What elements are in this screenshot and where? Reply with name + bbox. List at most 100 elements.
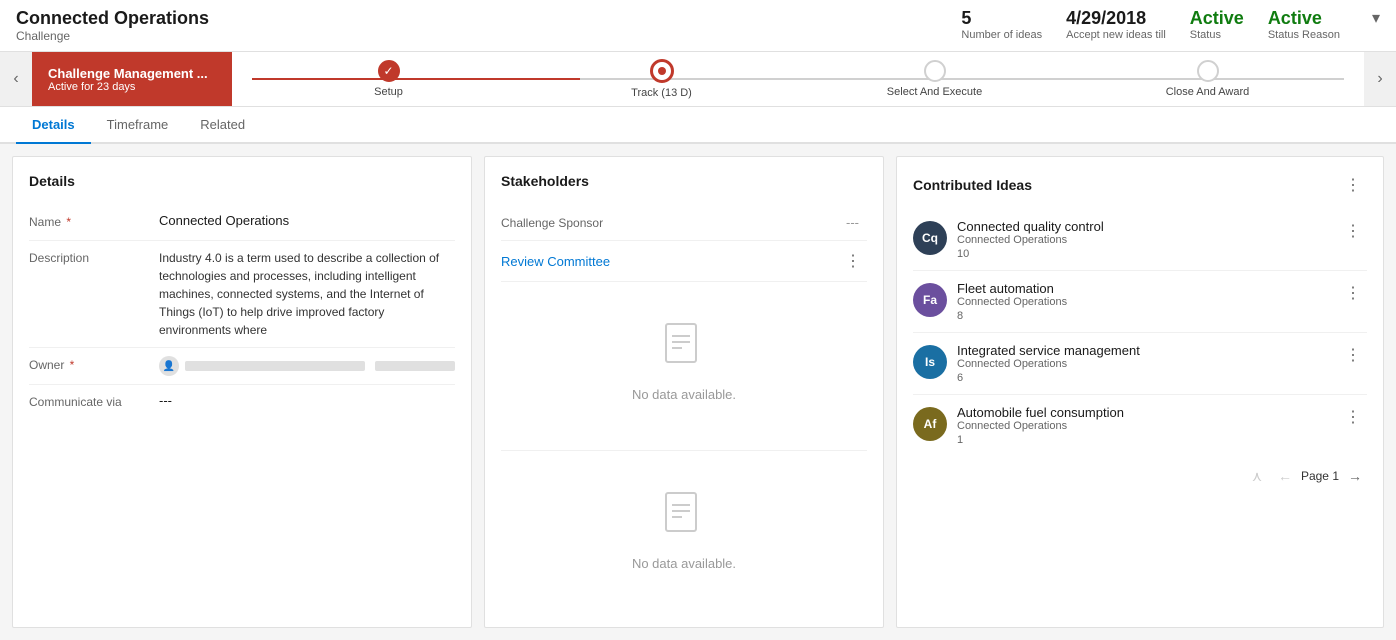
no-data-text-1: No data available. xyxy=(632,387,736,402)
tabs-bar: Details Timeframe Related xyxy=(0,107,1396,144)
owner-name-placeholder2 xyxy=(375,361,455,371)
idea-list-item: Is Integrated service management Connect… xyxy=(913,333,1367,395)
sponsor-label: Challenge Sponsor xyxy=(501,216,846,230)
num-ideas-label: Number of ideas xyxy=(961,29,1042,41)
status-meta: Active Status xyxy=(1190,8,1244,41)
idea-count: 10 xyxy=(957,248,1339,260)
stage-item-select[interactable]: Select And Execute xyxy=(798,60,1071,98)
owner-required: * xyxy=(66,358,74,372)
stage-item-track[interactable]: Track (13 D) xyxy=(525,59,798,99)
stage-circle-track xyxy=(650,59,674,83)
no-data-text-2: No data available. xyxy=(632,556,736,571)
sponsor-value: --- xyxy=(846,215,859,230)
date-label: Accept new ideas till xyxy=(1066,29,1166,41)
main-content: Details Name * Connected Operations Desc… xyxy=(0,144,1396,640)
name-value: Connected Operations xyxy=(159,213,455,228)
page-prev-button[interactable]: ← xyxy=(1273,464,1297,488)
header-title-block: Connected Operations Challenge xyxy=(16,8,961,43)
header-meta: 5 Number of ideas 4/29/2018 Accept new i… xyxy=(961,8,1380,41)
stage-label-close: Close And Award xyxy=(1166,86,1250,98)
idea-org: Connected Operations xyxy=(957,234,1339,246)
stages-track: ✓ Setup Track (13 D) Select And Execute … xyxy=(252,59,1344,99)
stage-circle-setup: ✓ xyxy=(378,60,400,82)
sponsor-no-data: No data available. xyxy=(501,451,867,611)
challenge-title: Challenge Management ... xyxy=(48,66,216,81)
header-chevron-icon[interactable]: ▾ xyxy=(1364,8,1380,28)
owner-name-placeholder xyxy=(185,361,365,371)
idea-count: 6 xyxy=(957,372,1339,384)
communicate-label: Communicate via xyxy=(29,393,159,409)
idea-name: Connected quality control xyxy=(957,219,1339,234)
details-panel: Details Name * Connected Operations Desc… xyxy=(12,156,472,628)
idea-avatar: Fa xyxy=(913,283,947,317)
idea-avatar: Cq xyxy=(913,221,947,255)
contributed-ideas-panel: Contributed Ideas ⋮ Cq Connected quality… xyxy=(896,156,1384,628)
idea-org: Connected Operations xyxy=(957,358,1339,370)
num-ideas-meta: 5 Number of ideas xyxy=(961,8,1042,41)
form-row-name: Name * Connected Operations xyxy=(29,205,455,241)
idea-more-button[interactable]: ⋮ xyxy=(1339,219,1367,243)
page-title: Connected Operations xyxy=(16,8,961,29)
ideas-panel-more-button[interactable]: ⋮ xyxy=(1339,173,1367,197)
stage-nav-left-button[interactable]: ‹ xyxy=(0,52,32,106)
stages-container: ✓ Setup Track (13 D) Select And Execute … xyxy=(232,52,1364,106)
name-required: * xyxy=(63,215,71,229)
communicate-value: --- xyxy=(159,393,455,408)
challenge-sub: Active for 23 days xyxy=(48,81,216,93)
review-committee-no-data: No data available. xyxy=(501,282,867,442)
idea-org: Connected Operations xyxy=(957,420,1339,432)
idea-name: Integrated service management xyxy=(957,343,1339,358)
status-reason-label: Status Reason xyxy=(1268,29,1340,41)
num-ideas-value: 5 xyxy=(961,8,1042,29)
idea-count: 8 xyxy=(957,310,1339,322)
owner-value: 👤 xyxy=(159,356,455,376)
idea-more-button[interactable]: ⋮ xyxy=(1339,405,1367,429)
description-label: Description xyxy=(29,249,159,265)
idea-count: 1 xyxy=(957,434,1339,446)
stage-item-close[interactable]: Close And Award xyxy=(1071,60,1344,98)
review-committee-more-button[interactable]: ⋮ xyxy=(839,249,867,273)
page-next-button[interactable]: → xyxy=(1343,464,1367,488)
idea-more-button[interactable]: ⋮ xyxy=(1339,343,1367,367)
owner-label: Owner * xyxy=(29,356,159,372)
idea-info: Integrated service management Connected … xyxy=(957,343,1339,384)
owner-avatar-icon: 👤 xyxy=(159,356,179,376)
tab-timeframe[interactable]: Timeframe xyxy=(91,107,185,144)
stage-label-track: Track (13 D) xyxy=(631,87,692,99)
stage-label-select: Select And Execute xyxy=(887,86,982,98)
stage-circle-close xyxy=(1197,60,1219,82)
form-row-owner: Owner * 👤 xyxy=(29,348,455,385)
idea-avatar: Is xyxy=(913,345,947,379)
pagination: ⋏ ← Page 1 → xyxy=(913,456,1367,488)
stage-nav-right-button[interactable]: › xyxy=(1364,52,1396,106)
stage-bar: ‹ Challenge Management ... Active for 23… xyxy=(0,52,1396,107)
stage-label-setup: Setup xyxy=(374,86,403,98)
idea-name: Automobile fuel consumption xyxy=(957,405,1339,420)
status-reason-meta: Active Status Reason xyxy=(1268,8,1340,41)
idea-name: Fleet automation xyxy=(957,281,1339,296)
no-data-icon-2 xyxy=(664,491,704,548)
tab-related[interactable]: Related xyxy=(184,107,261,144)
stage-challenge-block: Challenge Management ... Active for 23 d… xyxy=(32,52,232,106)
stakeholders-panel: Stakeholders Challenge Sponsor --- Revie… xyxy=(484,156,884,628)
stage-item-setup[interactable]: ✓ Setup xyxy=(252,60,525,98)
idea-more-button[interactable]: ⋮ xyxy=(1339,281,1367,305)
form-row-communicate: Communicate via --- xyxy=(29,385,455,421)
page-label: Page 1 xyxy=(1301,469,1339,483)
description-value: Industry 4.0 is a term used to describe … xyxy=(159,249,455,339)
page-first-button[interactable]: ⋏ xyxy=(1245,464,1269,488)
status-reason-value: Active xyxy=(1268,8,1340,29)
idea-info: Fleet automation Connected Operations 8 xyxy=(957,281,1339,322)
date-value: 4/29/2018 xyxy=(1066,8,1166,29)
date-meta: 4/29/2018 Accept new ideas till xyxy=(1066,8,1166,41)
idea-info: Automobile fuel consumption Connected Op… xyxy=(957,405,1339,446)
status-value: Active xyxy=(1190,8,1244,29)
name-label: Name * xyxy=(29,213,159,229)
review-committee-row: Review Committee ⋮ xyxy=(501,241,867,282)
form-row-description: Description Industry 4.0 is a term used … xyxy=(29,241,455,348)
tab-details[interactable]: Details xyxy=(16,107,91,144)
challenge-sponsor-row: Challenge Sponsor --- xyxy=(501,205,867,241)
stakeholders-panel-title: Stakeholders xyxy=(501,173,867,189)
stage-circle-select xyxy=(924,60,946,82)
ideas-panel-title: Contributed Ideas xyxy=(913,177,1339,193)
